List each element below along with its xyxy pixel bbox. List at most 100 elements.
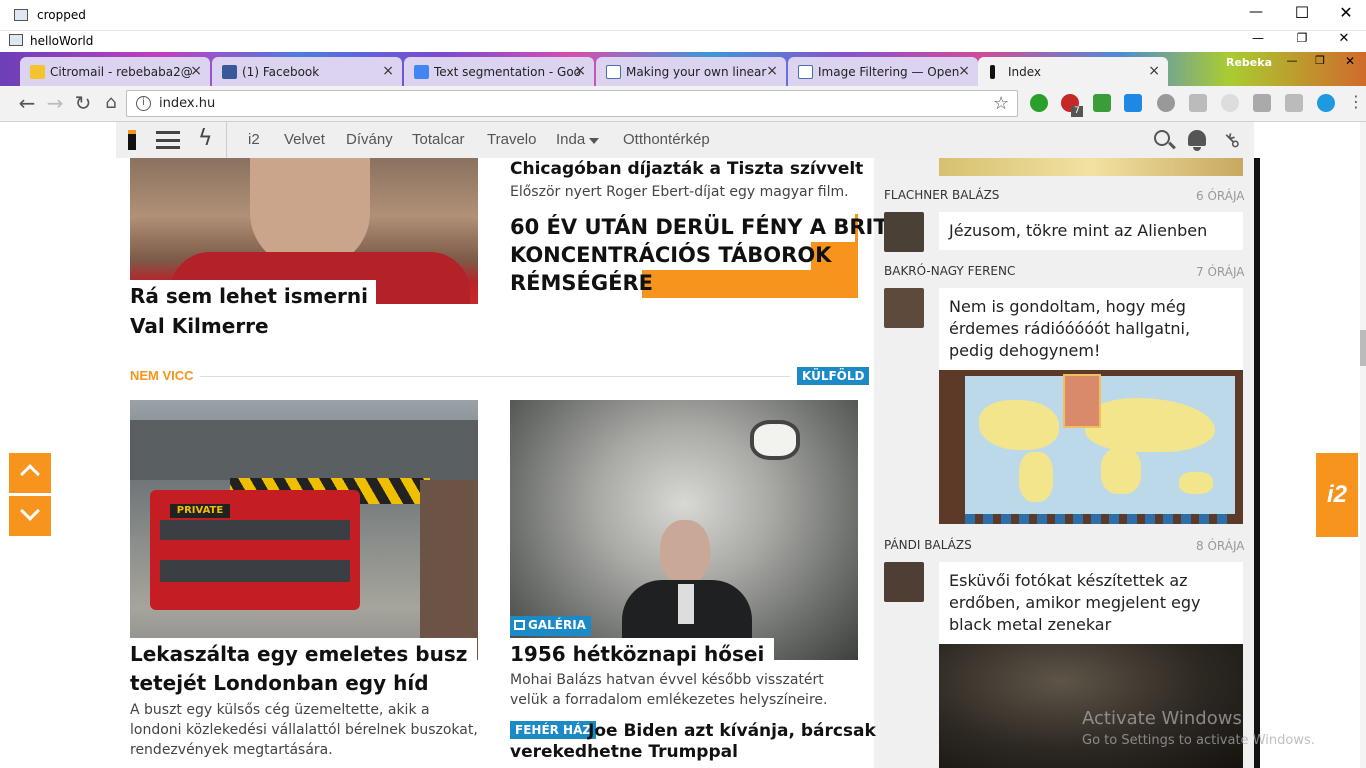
- biden-title-line2[interactable]: verekedhetne Trumppal: [510, 742, 738, 762]
- black-metal-photo[interactable]: [939, 644, 1243, 768]
- feed-post-text[interactable]: Jézusom, tökre mint az Alienben: [939, 212, 1243, 250]
- hamburger-menu-icon[interactable]: [156, 131, 180, 149]
- key-icon[interactable]: ⚷: [1218, 126, 1245, 153]
- section-title[interactable]: NEM VICC: [130, 368, 194, 383]
- feed-author[interactable]: FLACHNER BALÁZS: [884, 188, 999, 202]
- minimize-button[interactable]: —: [1236, 4, 1276, 26]
- brit-title-line3[interactable]: RÉMSÉGÉRE: [510, 271, 653, 295]
- gallery-icon: [514, 620, 525, 630]
- biden-tag[interactable]: FEHÉR HÁZ: [510, 721, 597, 739]
- inner-window-title: helloWorld: [30, 34, 94, 48]
- feed-post-text[interactable]: Esküvői fotókat készítettek az erdőben, …: [939, 562, 1243, 644]
- feed-post-text[interactable]: Nem is gondoltam, hogy még érdemes rádió…: [939, 288, 1243, 370]
- heroes-lead: Mohai Balázs hatvan évvel később visszat…: [510, 672, 828, 708]
- continent: [1101, 448, 1141, 494]
- extension-icon-6[interactable]: [1189, 94, 1207, 112]
- reload-icon[interactable]: ↻: [70, 90, 96, 116]
- extension-icon-1[interactable]: [1030, 94, 1048, 112]
- feed-author[interactable]: PÁNDI BALÁZS: [884, 538, 972, 552]
- tab-image-filtering[interactable]: Image Filtering — Open ×: [788, 57, 978, 86]
- scroll-down-button[interactable]: [9, 496, 51, 536]
- scrollbar-thumb[interactable]: [1360, 330, 1366, 366]
- brit-title-line2[interactable]: KONCENTRÁCIÓS TÁBOROK: [510, 243, 831, 267]
- tab-label: Image Filtering — Open: [818, 65, 960, 79]
- page-scrollbar[interactable]: [1360, 122, 1366, 768]
- feed-time: 8 ÓRÁJA: [1196, 539, 1245, 553]
- extension-icon-5[interactable]: [1157, 94, 1175, 112]
- tab-label: Citromail - rebebaba2@: [50, 65, 193, 79]
- tab-citromail[interactable]: Citromail - rebebaba2@ ×: [20, 57, 210, 86]
- feed-post-label: Esküvői fotókat készítettek az erdőben, …: [949, 571, 1201, 634]
- feed-top-image[interactable]: [939, 158, 1243, 176]
- i2-widget-button[interactable]: i2: [1316, 453, 1358, 537]
- extension-icon-3[interactable]: [1093, 94, 1111, 112]
- nav-item-divany[interactable]: Dívány: [346, 131, 393, 148]
- avatar[interactable]: [884, 288, 924, 328]
- lightning-icon[interactable]: ϟ: [198, 126, 213, 151]
- chevron-down-icon[interactable]: [589, 138, 599, 144]
- forward-icon[interactable]: →: [42, 90, 68, 116]
- tab-facebook[interactable]: (1) Facebook ×: [212, 57, 402, 86]
- avatar[interactable]: [884, 562, 924, 602]
- avatar[interactable]: [884, 212, 924, 252]
- info-icon[interactable]: i: [136, 96, 151, 111]
- close-button[interactable]: ✕: [1338, 54, 1362, 72]
- close-button[interactable]: ✕: [1326, 31, 1362, 51]
- bus-title-line1[interactable]: Lekaszálta egy emeletes busz: [130, 638, 478, 668]
- hamburger-middle: [156, 138, 180, 142]
- back-icon[interactable]: ←: [14, 90, 40, 116]
- restore-button[interactable]: ❐: [1308, 54, 1332, 72]
- bus-windows-top: [160, 520, 350, 540]
- close-button[interactable]: ✕: [1326, 3, 1366, 25]
- bell-icon[interactable]: [1188, 130, 1206, 146]
- nav-item-inda[interactable]: Inda: [556, 131, 585, 148]
- menu-icon[interactable]: ⋮: [1348, 92, 1364, 111]
- skype-icon[interactable]: [1317, 94, 1335, 112]
- nav-item-totalcar[interactable]: Totalcar: [412, 131, 465, 148]
- close-tab-icon[interactable]: ×: [574, 63, 586, 79]
- extension-icon-8[interactable]: [1253, 94, 1271, 112]
- biden-title-line1[interactable]: Joe Biden azt kívánja, bárcsak: [588, 721, 876, 741]
- bus-windows-bottom: [160, 560, 350, 582]
- tab-linear[interactable]: Making your own linear ×: [596, 57, 786, 86]
- search-icon-handle: [1168, 141, 1176, 150]
- close-tab-icon[interactable]: ×: [958, 63, 970, 79]
- val-kilmer-title-line2[interactable]: Val Kilmerre: [130, 314, 269, 338]
- nav-item-travelo[interactable]: Travelo: [487, 131, 536, 148]
- outer-window-title: cropped: [37, 8, 86, 22]
- tab-index[interactable]: Index ×: [978, 57, 1168, 86]
- skype-icon[interactable]: [1124, 94, 1142, 112]
- minimize-button[interactable]: —: [1280, 54, 1304, 72]
- address-bar[interactable]: i index.hu ☆: [126, 90, 1018, 117]
- radio-game-screenshot[interactable]: [939, 370, 1243, 524]
- brit-title-line1[interactable]: 60 ÉV UTÁN DERÜL FÉNY A BRIT: [510, 215, 888, 239]
- chicago-title[interactable]: Chicagóban díjazták a Tiszta szívvelt: [510, 159, 863, 179]
- tab-text-segmentation[interactable]: Text segmentation - Goo ×: [404, 57, 594, 86]
- profile-button[interactable]: Rebeka: [1226, 56, 1272, 74]
- home-icon[interactable]: ⌂: [98, 90, 124, 116]
- maximize-button[interactable]: ☐: [1282, 3, 1322, 25]
- val-kilmer-title-line1[interactable]: Rá sem lehet ismerni: [130, 280, 376, 312]
- extension-icon-7[interactable]: [1221, 94, 1239, 112]
- heroes-title[interactable]: 1956 hétköznapi hősei: [510, 638, 775, 668]
- index-logo[interactable]: [128, 130, 136, 150]
- minimize-button[interactable]: —: [1240, 31, 1276, 51]
- bookmark-star-icon[interactable]: ☆: [993, 93, 1009, 114]
- index-nav-bar: ϟ i2 Velvet Dívány Totalcar Travelo Inda…: [116, 122, 1250, 158]
- close-tab-icon[interactable]: ×: [382, 63, 394, 79]
- feed-author[interactable]: BAKRÓ-NAGY FERENC: [884, 264, 1015, 278]
- section-tag[interactable]: KÜLFÖLD: [797, 367, 870, 385]
- close-tab-icon[interactable]: ×: [1148, 63, 1160, 79]
- bus-title-line2[interactable]: tetejét Londonban egy híd: [130, 671, 429, 695]
- bus-image[interactable]: PRIVATE: [130, 400, 478, 660]
- close-tab-icon[interactable]: ×: [766, 63, 778, 79]
- nav-item-i2[interactable]: i2: [248, 131, 260, 148]
- restore-button[interactable]: ❐: [1284, 31, 1320, 51]
- gallery-badge[interactable]: GALÉRIA: [510, 616, 591, 636]
- feed-time: 6 ÓRÁJA: [1196, 189, 1245, 203]
- extension-icon-9[interactable]: [1285, 94, 1303, 112]
- nav-item-otthonterkep[interactable]: Otthontérkép: [623, 131, 710, 148]
- close-tab-icon[interactable]: ×: [190, 63, 202, 79]
- nav-item-velvet[interactable]: Velvet: [284, 131, 325, 148]
- scroll-up-button[interactable]: [9, 453, 51, 493]
